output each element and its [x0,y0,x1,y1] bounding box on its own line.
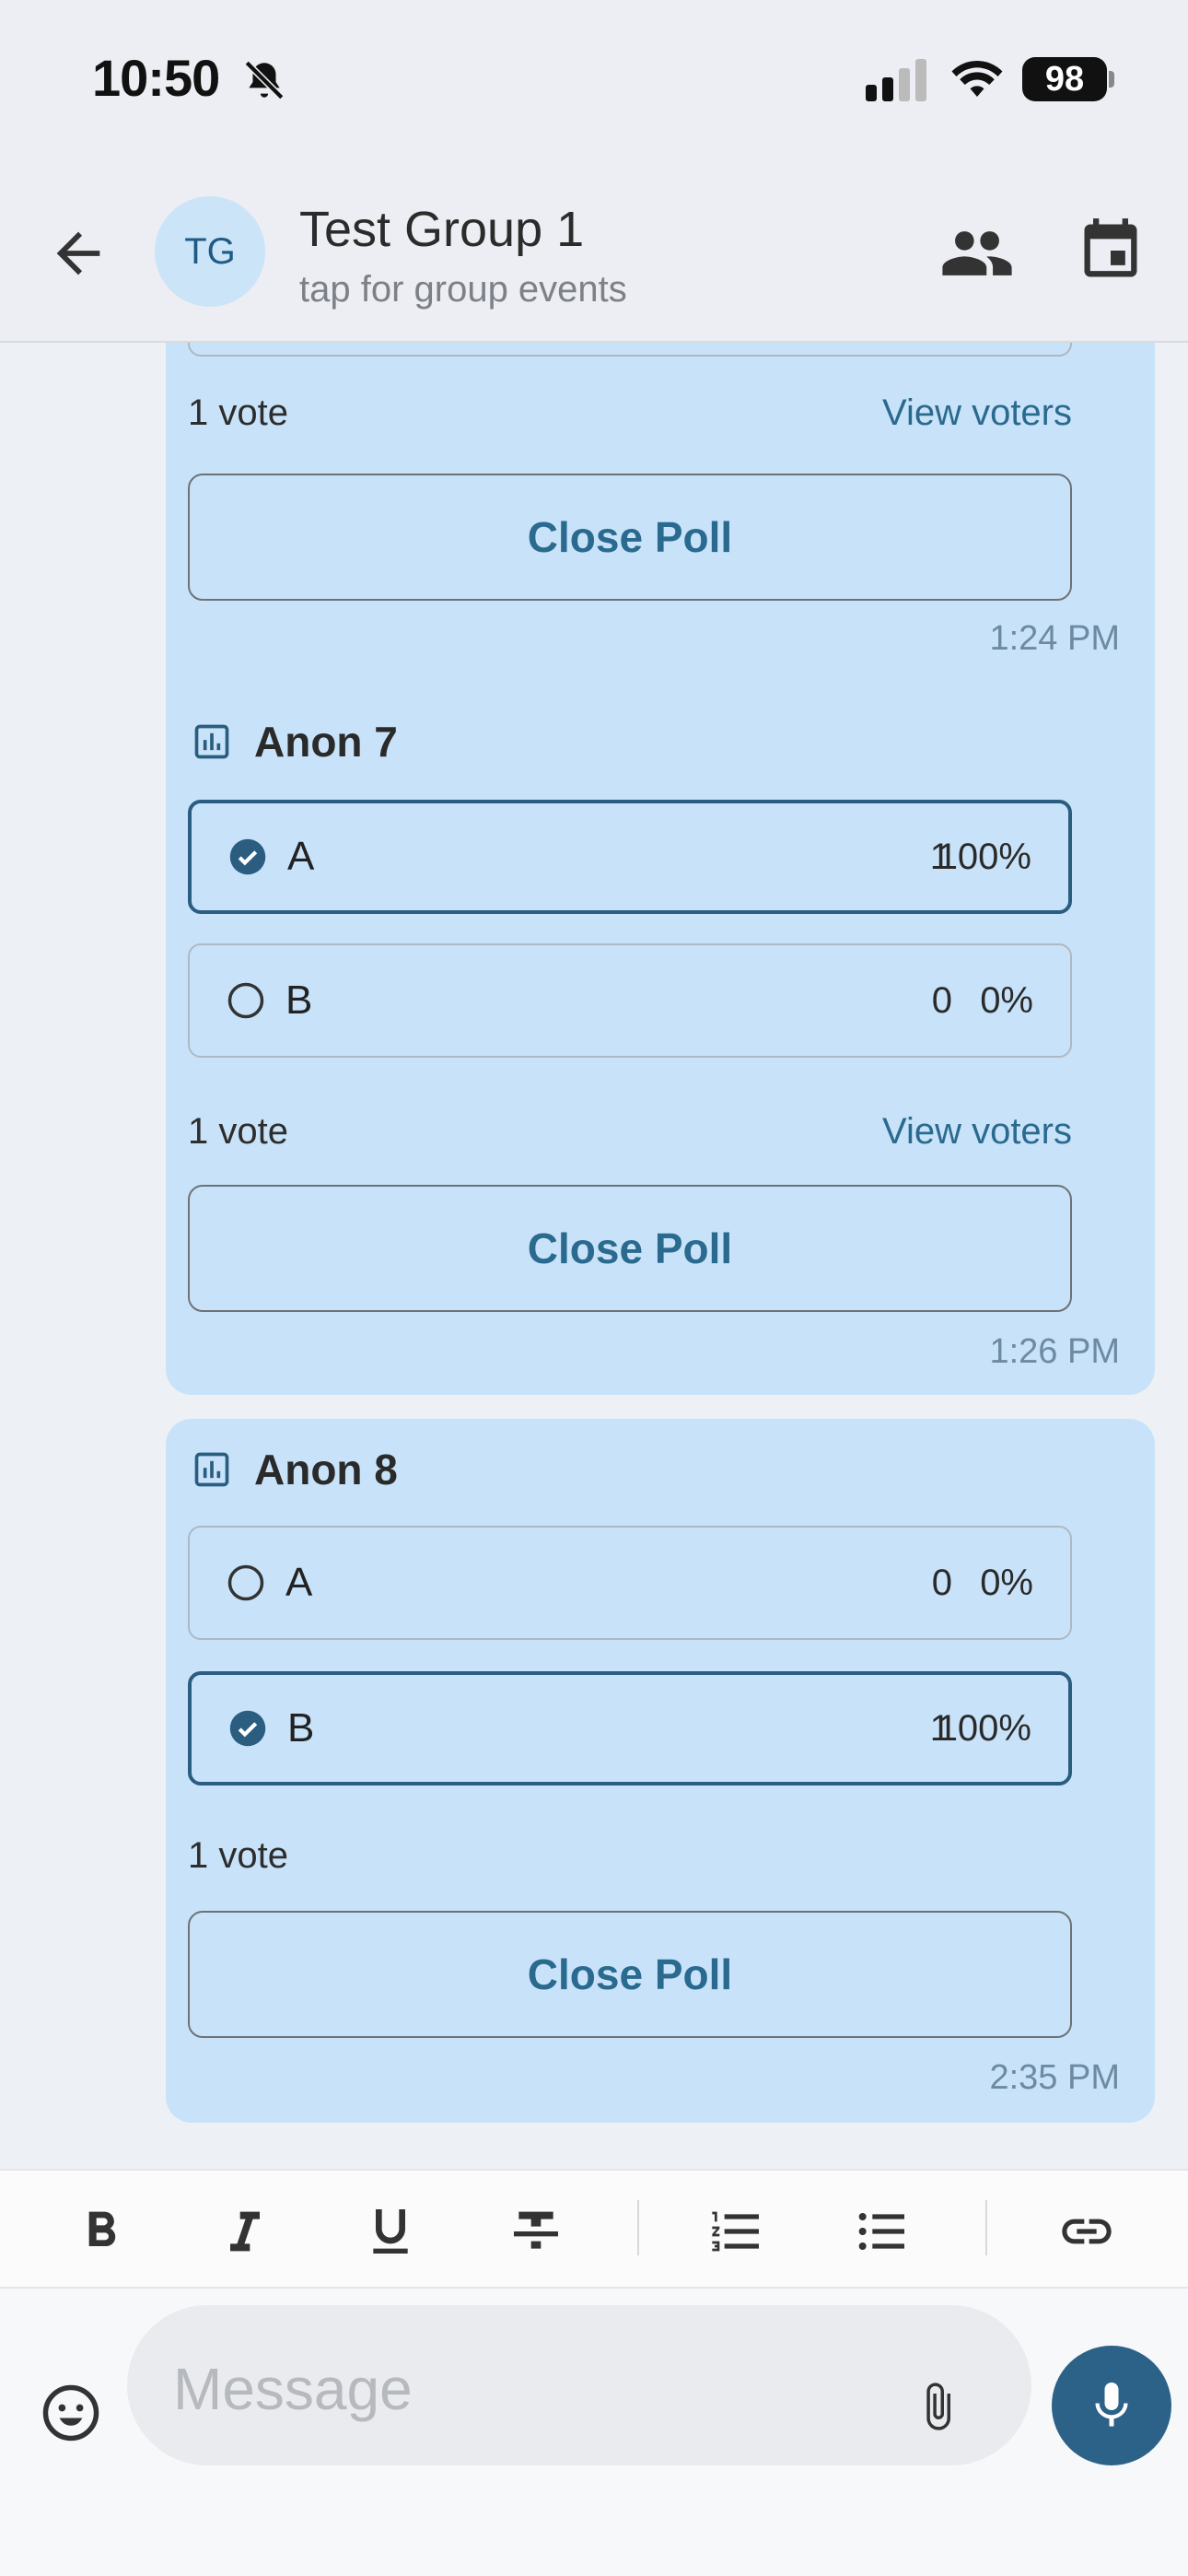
back-arrow-icon[interactable] [46,221,111,286]
underline-icon[interactable] [361,2202,420,2261]
cellular-signal-icon [866,59,926,101]
italic-icon[interactable] [215,2202,274,2261]
group-avatar[interactable]: TG [155,196,265,307]
bulleted-list-icon[interactable] [853,2202,912,2261]
poll-option-b[interactable]: B 0 0% [188,943,1072,1058]
vote-count: 1 vote [188,392,288,433]
battery-indicator: 98 [1022,57,1107,101]
option-percent: 0% [980,979,1033,1021]
message-list[interactable]: 1 vote View voters Close Poll 1:24 PM An… [0,343,1188,2169]
battery-nub [1109,71,1114,88]
calendar-icon[interactable] [1076,216,1146,286]
microphone-icon [1095,2383,1128,2427]
radio-empty-icon [227,1564,264,1601]
message-timestamp: 1:26 PM [989,1332,1120,1371]
poll-option-a[interactable]: A 1 100% [188,800,1072,914]
poll-message: Anon 7 A 1 100% B 0 0% 1 vote View voter… [166,693,1155,1395]
bold-icon[interactable] [72,2202,131,2261]
status-time: 10:50 [92,49,220,107]
check-circle-icon [229,838,266,875]
message-timestamp: 2:35 PM [989,2058,1120,2097]
close-poll-button[interactable]: Close Poll [188,1911,1072,2038]
poll-option-a[interactable]: A 0 0% [188,1526,1072,1640]
option-label: A [287,834,315,879]
poll-title: Anon 8 [254,1446,398,1493]
close-poll-button[interactable]: Close Poll [188,1185,1072,1312]
emoji-icon[interactable] [41,2383,101,2443]
strikethrough-icon[interactable] [507,2202,565,2261]
option-percent: 100% [937,1707,1031,1749]
attachment-icon[interactable] [912,2377,963,2436]
wifi-icon [951,61,1003,97]
vote-count: 1 vote [188,1111,288,1152]
radio-empty-icon [227,982,264,1019]
bell-muted-icon [244,60,285,100]
formatting-toolbar [0,2169,1188,2289]
option-percent: 100% [937,836,1031,877]
poll-option[interactable] [188,343,1072,357]
message-timestamp: 1:24 PM [989,619,1120,658]
poll-message: Anon 8 A 0 0% B 1 100% 1 vote Close Poll… [166,1419,1155,2123]
check-circle-icon [229,1710,266,1747]
option-count: 0 [931,979,952,1021]
toolbar-divider [637,2200,639,2255]
link-icon[interactable] [1057,2202,1116,2261]
view-voters-link[interactable]: View voters [882,1111,1072,1153]
option-label: A [285,1560,313,1605]
poll-option-b[interactable]: B 1 100% [188,1671,1072,1786]
group-members-icon[interactable] [939,216,1015,291]
poll-title: Anon 7 [254,718,398,766]
option-count: 0 [931,1562,952,1603]
numbered-list-icon[interactable] [707,2202,766,2261]
group-subtitle[interactable]: tap for group events [299,269,627,310]
vote-count: 1 vote [188,1835,288,1876]
poll-chart-icon [194,724,229,759]
poll-chart-icon [194,1452,229,1487]
close-poll-button[interactable]: Close Poll [188,474,1072,601]
group-title[interactable]: Test Group 1 [299,201,584,258]
option-label: B [285,978,313,1023]
voice-record-button[interactable] [1052,2346,1171,2465]
poll-header: Anon 7 [192,717,398,767]
toolbar-divider [985,2200,987,2255]
option-percent: 0% [980,1562,1033,1603]
view-voters-link[interactable]: View voters [882,392,1072,434]
message-placeholder[interactable]: Message [173,2355,413,2423]
option-label: B [287,1705,315,1751]
poll-header: Anon 8 [192,1445,398,1494]
